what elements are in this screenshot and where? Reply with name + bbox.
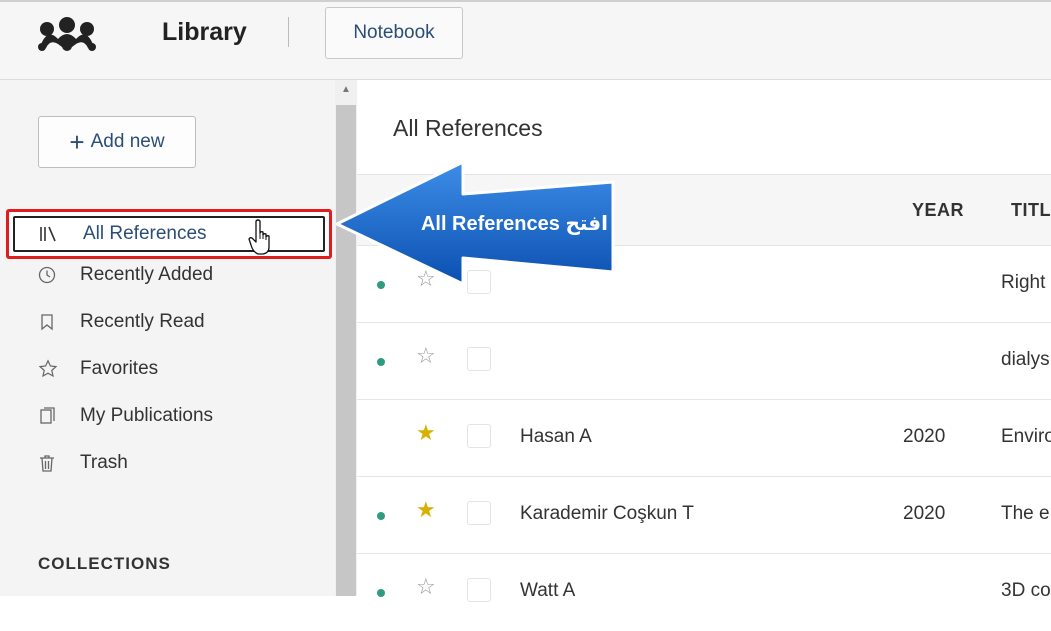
unread-indicator <box>377 512 385 520</box>
sidebar-item-label: Favorites <box>80 358 159 379</box>
hand-cursor-icon <box>248 219 270 255</box>
app-title: Library <box>162 18 247 46</box>
title-cell: dialys <box>1001 349 1050 370</box>
sidebar-item-label: My Publications <box>80 405 214 426</box>
plus-icon: + <box>69 127 85 157</box>
add-new-button[interactable]: + Add new <box>38 116 196 168</box>
author-cell: Hasan A <box>520 426 592 447</box>
title-divider <box>288 17 289 47</box>
callout-label: افتح All References <box>420 213 608 235</box>
sidebar-item-label: Recently Read <box>80 311 205 332</box>
star-filled-icon[interactable]: ★ <box>416 422 436 444</box>
year-cell: 2020 <box>903 503 946 524</box>
publications-icon <box>14 407 78 425</box>
star-outline-icon[interactable]: ☆ <box>416 345 436 367</box>
sidebar-scrollbar[interactable]: ▲ <box>335 80 357 596</box>
top-border <box>0 0 1051 2</box>
author-cell: Karademir Coşkun T <box>520 503 694 524</box>
scroll-up-arrow-icon[interactable]: ▲ <box>335 84 357 98</box>
page-title: All References <box>393 115 543 141</box>
row-checkbox[interactable] <box>467 578 491 602</box>
sidebar-item-all-references[interactable]: All References <box>6 209 332 259</box>
sidebar-item-label: Trash <box>80 452 128 473</box>
mendeley-logo-icon[interactable] <box>36 17 98 51</box>
sidebar-item-recently-read[interactable]: Recently Read <box>14 303 318 341</box>
title-cell: Right <box>1001 272 1046 293</box>
title-cell: The e <box>1001 503 1050 524</box>
sidebar: + Add new All References Recently Added … <box>0 80 335 596</box>
table-row[interactable]: ☆ dialys <box>357 323 1051 400</box>
star-outline-icon <box>14 359 78 379</box>
bookmark-icon <box>14 313 78 331</box>
sidebar-item-label: Recently Added <box>80 264 214 285</box>
unread-indicator <box>377 358 385 366</box>
title-cell: 3D co <box>1001 580 1051 601</box>
sidebar-item-my-publications[interactable]: My Publications <box>14 397 318 435</box>
sidebar-item-favorites[interactable]: Favorites <box>14 350 318 388</box>
column-header-year[interactable]: YEAR <box>912 200 964 221</box>
row-checkbox[interactable] <box>467 501 491 525</box>
author-cell: Watt A <box>520 580 576 601</box>
sidebar-item-trash[interactable]: Trash <box>14 444 318 482</box>
table-row[interactable]: ★ Karademir Coşkun T 2020 The e <box>357 477 1051 554</box>
main-panel: All References YEAR TITL ☆ Right ☆ dialy… <box>357 80 1051 602</box>
clock-icon <box>14 266 78 284</box>
title-cell: Enviro <box>1001 426 1051 447</box>
collections-heading: COLLECTIONS <box>38 554 171 573</box>
add-new-label: Add new <box>90 131 165 152</box>
top-bar: Library Notebook <box>0 0 1051 80</box>
star-filled-icon[interactable]: ★ <box>416 499 436 521</box>
row-checkbox[interactable] <box>467 347 491 371</box>
row-checkbox[interactable] <box>467 424 491 448</box>
sidebar-item-focus: All References <box>13 216 325 252</box>
year-cell: 2020 <box>903 426 946 447</box>
sidebar-item-label: All References <box>83 223 207 244</box>
table-row[interactable]: ☆ Watt A 3D co <box>357 554 1051 631</box>
sidebar-item-recently-added[interactable]: Recently Added <box>14 256 318 294</box>
star-outline-icon[interactable]: ☆ <box>416 576 436 598</box>
trash-icon <box>14 454 78 472</box>
table-row[interactable]: ★ Hasan A 2020 Enviro <box>357 400 1051 477</box>
library-icon <box>15 225 75 243</box>
notebook-button[interactable]: Notebook <box>325 7 463 59</box>
column-header-title[interactable]: TITL <box>1011 200 1051 221</box>
